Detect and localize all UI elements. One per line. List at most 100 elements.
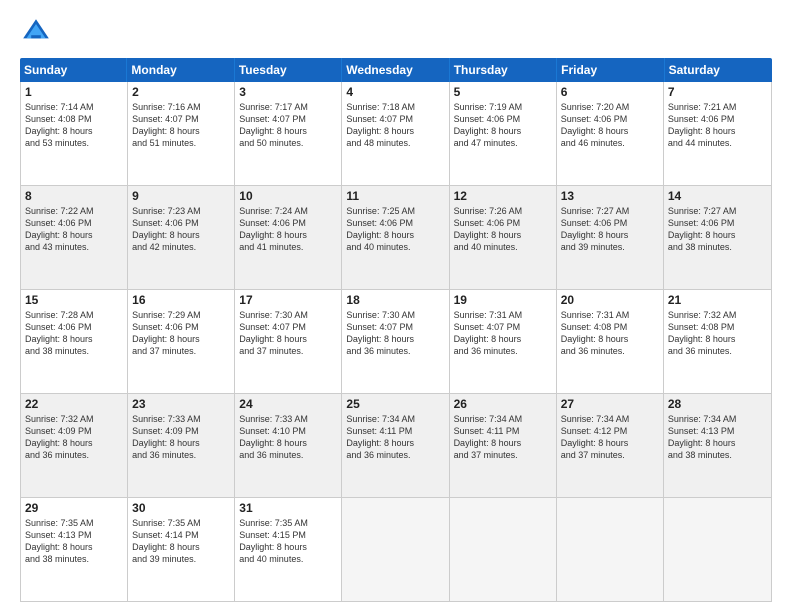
cell-content: Sunrise: 7:33 AMSunset: 4:09 PMDaylight:… [132, 413, 230, 462]
day-number: 9 [132, 189, 230, 203]
header-day-wednesday: Wednesday [342, 58, 449, 82]
day-number: 8 [25, 189, 123, 203]
day-number: 15 [25, 293, 123, 307]
cal-cell-10: 10 Sunrise: 7:24 AMSunset: 4:06 PMDayligh… [235, 186, 342, 289]
cell-content: Sunrise: 7:30 AMSunset: 4:07 PMDaylight:… [346, 309, 444, 358]
cell-content: Sunrise: 7:27 AMSunset: 4:06 PMDaylight:… [561, 205, 659, 254]
day-number: 28 [668, 397, 767, 411]
header-day-tuesday: Tuesday [235, 58, 342, 82]
day-number: 5 [454, 85, 552, 99]
day-number: 26 [454, 397, 552, 411]
cal-cell-15: 15Sunrise: 7:28 AMSunset: 4:06 PMDayligh… [21, 290, 128, 393]
day-number: 21 [668, 293, 767, 307]
cal-cell-6: 6 Sunrise: 7:20 AMSunset: 4:06 PMDaylight… [557, 82, 664, 185]
header [20, 16, 772, 48]
cell-content: Sunrise: 7:22 AMSunset: 4:06 PMDaylight:… [25, 205, 123, 254]
cal-cell-23: 23Sunrise: 7:33 AMSunset: 4:09 PMDayligh… [128, 394, 235, 497]
week-row-4: 22 Sunrise: 7:32 AMSunset: 4:09 PMDayligh… [21, 394, 771, 498]
cal-cell-5: 5 Sunrise: 7:19 AMSunset: 4:06 PMDaylight… [450, 82, 557, 185]
day-number: 6 [561, 85, 659, 99]
cal-cell-9: 9 Sunrise: 7:23 AMSunset: 4:06 PMDaylight… [128, 186, 235, 289]
cell-content: Sunrise: 7:31 AMSunset: 4:08 PMDaylight:… [561, 309, 659, 358]
calendar-body: 1 Sunrise: 7:14 AMSunset: 4:08 PMDaylight… [20, 82, 772, 602]
cal-cell-empty [450, 498, 557, 601]
week-row-5: 29 Sunrise: 7:35 AMSunset: 4:13 PMDayligh… [21, 498, 771, 601]
cal-cell-1: 1 Sunrise: 7:14 AMSunset: 4:08 PMDaylight… [21, 82, 128, 185]
cell-content: Sunrise: 7:16 AMSunset: 4:07 PMDaylight:… [132, 101, 230, 150]
day-number: 4 [346, 85, 444, 99]
day-number: 7 [668, 85, 767, 99]
cal-cell-27: 27Sunrise: 7:34 AMSunset: 4:12 PMDayligh… [557, 394, 664, 497]
cal-cell-29: 29 Sunrise: 7:35 AMSunset: 4:13 PMDayligh… [21, 498, 128, 601]
cal-cell-8: 8 Sunrise: 7:22 AMSunset: 4:06 PMDaylight… [21, 186, 128, 289]
day-number: 1 [25, 85, 123, 99]
cell-content: Sunrise: 7:34 AMSunset: 4:13 PMDaylight:… [668, 413, 767, 462]
cell-content: Sunrise: 7:20 AMSunset: 4:06 PMDaylight:… [561, 101, 659, 150]
cell-content: Sunrise: 7:32 AMSunset: 4:09 PMDaylight:… [25, 413, 123, 462]
day-number: 22 [25, 397, 123, 411]
cal-cell-19: 19 Sunrise: 7:31 AMSunset: 4:07 PMDayligh… [450, 290, 557, 393]
cal-cell-11: 11 Sunrise: 7:25 AMSunset: 4:06 PMDayligh… [342, 186, 449, 289]
logo-icon [20, 16, 52, 48]
cell-content: Sunrise: 7:17 AMSunset: 4:07 PMDaylight:… [239, 101, 337, 150]
cell-content: Sunrise: 7:33 AMSunset: 4:10 PMDaylight:… [239, 413, 337, 462]
cell-content: Sunrise: 7:23 AMSunset: 4:06 PMDaylight:… [132, 205, 230, 254]
cell-content: Sunrise: 7:35 AMSunset: 4:14 PMDaylight:… [132, 517, 230, 566]
day-number: 12 [454, 189, 552, 203]
cell-content: Sunrise: 7:27 AMSunset: 4:06 PMDaylight:… [668, 205, 767, 254]
cell-content: Sunrise: 7:18 AMSunset: 4:07 PMDaylight:… [346, 101, 444, 150]
day-number: 24 [239, 397, 337, 411]
cal-cell-14: 14Sunrise: 7:27 AMSunset: 4:06 PMDayligh… [664, 186, 771, 289]
cell-content: Sunrise: 7:24 AMSunset: 4:06 PMDaylight:… [239, 205, 337, 254]
day-number: 11 [346, 189, 444, 203]
header-day-sunday: Sunday [20, 58, 127, 82]
cell-content: Sunrise: 7:29 AMSunset: 4:06 PMDaylight:… [132, 309, 230, 358]
cal-cell-empty [664, 498, 771, 601]
cell-content: Sunrise: 7:35 AMSunset: 4:13 PMDaylight:… [25, 517, 123, 566]
cal-cell-7: 7 Sunrise: 7:21 AMSunset: 4:06 PMDaylight… [664, 82, 771, 185]
cal-cell-17: 17Sunrise: 7:30 AMSunset: 4:07 PMDayligh… [235, 290, 342, 393]
week-row-3: 15Sunrise: 7:28 AMSunset: 4:06 PMDayligh… [21, 290, 771, 394]
cal-cell-12: 12 Sunrise: 7:26 AMSunset: 4:06 PMDayligh… [450, 186, 557, 289]
week-row-2: 8 Sunrise: 7:22 AMSunset: 4:06 PMDaylight… [21, 186, 771, 290]
header-day-monday: Monday [127, 58, 234, 82]
cal-cell-18: 18 Sunrise: 7:30 AMSunset: 4:07 PMDayligh… [342, 290, 449, 393]
week-row-1: 1 Sunrise: 7:14 AMSunset: 4:08 PMDaylight… [21, 82, 771, 186]
cell-content: Sunrise: 7:32 AMSunset: 4:08 PMDaylight:… [668, 309, 767, 358]
day-number: 13 [561, 189, 659, 203]
header-day-saturday: Saturday [665, 58, 772, 82]
logo [20, 16, 56, 48]
cell-content: Sunrise: 7:25 AMSunset: 4:06 PMDaylight:… [346, 205, 444, 254]
cell-content: Sunrise: 7:30 AMSunset: 4:07 PMDaylight:… [239, 309, 337, 358]
cal-cell-20: 20Sunrise: 7:31 AMSunset: 4:08 PMDayligh… [557, 290, 664, 393]
calendar-header: SundayMondayTuesdayWednesdayThursdayFrid… [20, 58, 772, 82]
cal-cell-16: 16 Sunrise: 7:29 AMSunset: 4:06 PMDayligh… [128, 290, 235, 393]
cell-content: Sunrise: 7:34 AMSunset: 4:11 PMDaylight:… [346, 413, 444, 462]
day-number: 31 [239, 501, 337, 515]
cell-content: Sunrise: 7:26 AMSunset: 4:06 PMDaylight:… [454, 205, 552, 254]
day-number: 18 [346, 293, 444, 307]
cal-cell-26: 26 Sunrise: 7:34 AMSunset: 4:11 PMDayligh… [450, 394, 557, 497]
cal-cell-30: 30 Sunrise: 7:35 AMSunset: 4:14 PMDayligh… [128, 498, 235, 601]
cal-cell-empty [342, 498, 449, 601]
cell-content: Sunrise: 7:21 AMSunset: 4:06 PMDaylight:… [668, 101, 767, 150]
day-number: 10 [239, 189, 337, 203]
cell-content: Sunrise: 7:31 AMSunset: 4:07 PMDaylight:… [454, 309, 552, 358]
day-number: 2 [132, 85, 230, 99]
day-number: 25 [346, 397, 444, 411]
cell-content: Sunrise: 7:14 AMSunset: 4:08 PMDaylight:… [25, 101, 123, 150]
cal-cell-28: 28 Sunrise: 7:34 AMSunset: 4:13 PMDayligh… [664, 394, 771, 497]
day-number: 30 [132, 501, 230, 515]
day-number: 29 [25, 501, 123, 515]
cell-content: Sunrise: 7:34 AMSunset: 4:11 PMDaylight:… [454, 413, 552, 462]
cal-cell-3: 3Sunrise: 7:17 AMSunset: 4:07 PMDaylight… [235, 82, 342, 185]
cell-content: Sunrise: 7:19 AMSunset: 4:06 PMDaylight:… [454, 101, 552, 150]
cal-cell-13: 13 Sunrise: 7:27 AMSunset: 4:06 PMDayligh… [557, 186, 664, 289]
cal-cell-25: 25 Sunrise: 7:34 AMSunset: 4:11 PMDayligh… [342, 394, 449, 497]
cal-cell-2: 2 Sunrise: 7:16 AMSunset: 4:07 PMDaylight… [128, 82, 235, 185]
cal-cell-31: 31Sunrise: 7:35 AMSunset: 4:15 PMDayligh… [235, 498, 342, 601]
cal-cell-22: 22 Sunrise: 7:32 AMSunset: 4:09 PMDayligh… [21, 394, 128, 497]
day-number: 27 [561, 397, 659, 411]
day-number: 19 [454, 293, 552, 307]
day-number: 16 [132, 293, 230, 307]
